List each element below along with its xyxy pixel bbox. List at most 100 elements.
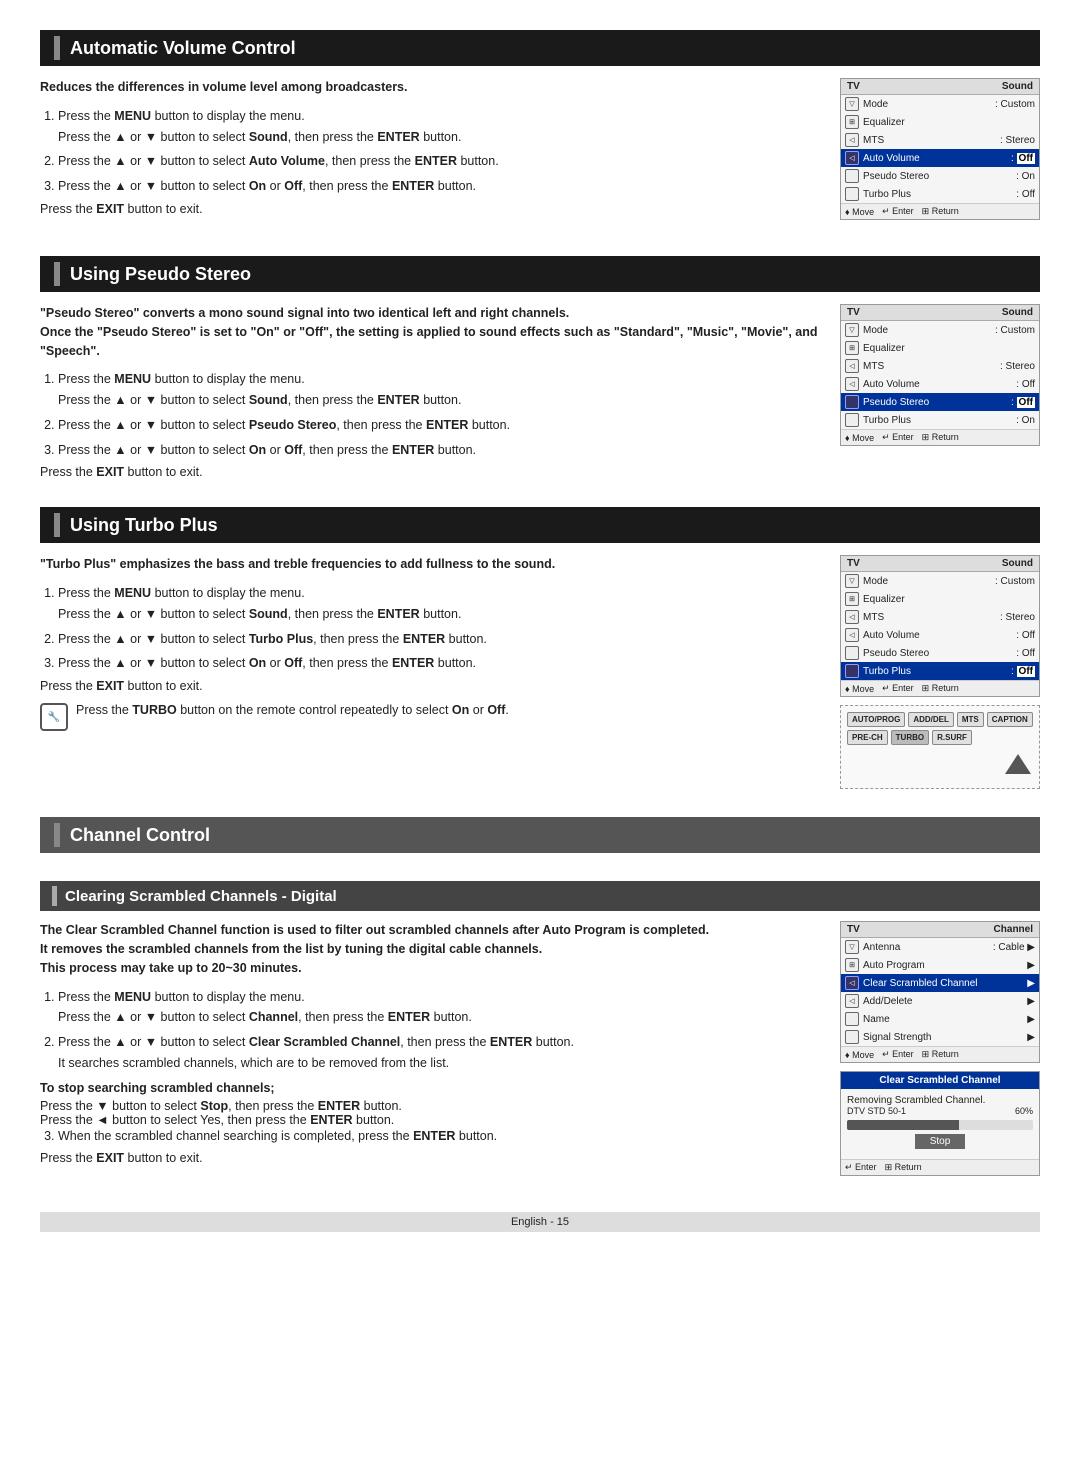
- header-bar4: [54, 823, 60, 847]
- tp-menu-footer: ♦ Move↵ Enter⊞ Return: [841, 680, 1039, 696]
- ps-tv-label: TV: [847, 307, 860, 318]
- turbo-plus-section: Using Turbo Plus "Turbo Plus" emphasizes…: [40, 507, 1040, 789]
- ch-auto-icon: ⊞: [845, 958, 859, 972]
- ps-exit-note: Press the EXIT button to exit.: [40, 465, 824, 479]
- automatic-volume-steps: Press the MENU button to display the men…: [40, 107, 824, 196]
- clear-scrambled-progress-title: Clear Scrambled Channel: [841, 1072, 1039, 1089]
- tp-empty-icon2: [845, 664, 859, 678]
- speaker2-icon: ◁: [845, 151, 859, 165]
- clearing-scrambled-section: Clearing Scrambled Channels - Digital Th…: [40, 881, 1040, 1184]
- auto-prog-btn: AUTO/PROG: [847, 712, 905, 727]
- automatic-volume-text: Reduces the differences in volume level …: [40, 78, 824, 228]
- ps-equalizer-row: ⊞ Equalizer: [841, 339, 1039, 357]
- pseudo-stereo-row: Pseudo Stereo : On: [841, 167, 1039, 185]
- stop-button[interactable]: Stop: [915, 1134, 965, 1149]
- auto-volume-menu-box: TV Sound ▽ Mode : Custom ⊞ Equalizer ◁ M…: [840, 78, 1040, 220]
- ch-menu-footer: ♦ Move↵ Enter⊞ Return: [841, 1046, 1039, 1062]
- cs-step-1: Press the MENU button to display the men…: [58, 988, 824, 1028]
- speaker-icon: ◁: [845, 133, 859, 147]
- mts-btn: MTS: [957, 712, 984, 727]
- cs-step-3: When the scrambled channel searching is …: [58, 1127, 824, 1146]
- remote-strip: AUTO/PROG ADD/DEL MTS CAPTION PRE-CH TUR…: [840, 705, 1040, 789]
- clearing-scrambled-tv-menu: TV Channel ▽ Antenna : Cable ▶ ⊞ Auto Pr…: [840, 921, 1040, 1184]
- cs-exit-note: Press the EXIT button to exit.: [40, 1151, 824, 1165]
- ps-auto-volume-row: ◁ Auto Volume : Off: [841, 375, 1039, 393]
- tp-antenna-icon: ▽: [845, 574, 859, 588]
- automatic-volume-body: Reduces the differences in volume level …: [40, 78, 1040, 228]
- ps-pseudo-stereo-row-highlighted: Pseudo Stereo : Off: [841, 393, 1039, 411]
- page-footer-text: English - 15: [511, 1216, 569, 1228]
- ps-speaker-icon: ◁: [845, 359, 859, 373]
- channel-control-title: Channel Control: [70, 825, 210, 846]
- tp-mode-row: ▽ Mode : Custom: [841, 572, 1039, 590]
- pseudo-stereo-title: Using Pseudo Stereo: [70, 264, 251, 285]
- ps-menu-footer: ♦ Move↵ Enter⊞ Return: [841, 429, 1039, 445]
- equalizer-icon: ⊞: [845, 115, 859, 129]
- pre-ch-btn: PRE-CH: [847, 730, 888, 745]
- turbo-note-text: Press the TURBO button on the remote con…: [76, 703, 509, 717]
- mts-row: ◁ MTS : Stereo: [841, 131, 1039, 149]
- channel-label: DTV STD 50-1: [847, 1106, 906, 1116]
- turbo-plus-header: Using Turbo Plus: [40, 507, 1040, 543]
- ps-mode-row: ▽ Mode : Custom: [841, 321, 1039, 339]
- tp-step-1: Press the MENU button to display the men…: [58, 584, 824, 624]
- removing-text: Removing Scrambled Channel.: [847, 1095, 1033, 1106]
- clearing-scrambled-header: Clearing Scrambled Channels - Digital: [40, 881, 1040, 911]
- remote-row-2: PRE-CH TURBO R.SURF: [847, 730, 1033, 745]
- to-stop-note: To stop searching scrambled channels;: [40, 1081, 824, 1095]
- tp-sound-label: Sound: [1002, 558, 1033, 569]
- ps-menu-titlebar: TV Sound: [841, 305, 1039, 321]
- header-bar2: [54, 262, 60, 286]
- mode-row: ▽ Mode : Custom: [841, 95, 1039, 113]
- ch-antenna-icon: ▽: [845, 940, 859, 954]
- turbo-btn: TURBO: [891, 730, 929, 745]
- progress-bar-fill: [847, 1120, 959, 1130]
- antenna-icon: ▽: [845, 97, 859, 111]
- pseudo-stereo-text: "Pseudo Stereo" converts a mono sound si…: [40, 304, 824, 479]
- cs-step-2: Press the ▲ or ▼ button to select Clear …: [58, 1033, 824, 1073]
- pseudo-stereo-intro: "Pseudo Stereo" converts a mono sound si…: [40, 304, 824, 360]
- page-footer: English - 15: [40, 1212, 1040, 1232]
- ch-signal-row: Signal Strength ▶: [841, 1028, 1039, 1046]
- clear-scrambled-footer: ↵ Enter⊞ Return: [841, 1159, 1039, 1175]
- automatic-volume-header: Automatic Volume Control: [40, 30, 1040, 66]
- channel-control-section: Channel Control: [40, 817, 1040, 853]
- ps-empty-icon2: [845, 413, 859, 427]
- pseudo-stereo-tv-menu: TV Sound ▽ Mode : Custom ⊞ Equalizer ◁ M…: [840, 304, 1040, 479]
- tp-speaker-icon: ◁: [845, 610, 859, 624]
- pseudo-stereo-steps: Press the MENU button to display the men…: [40, 370, 824, 459]
- turbo-note-box: 🔧 Press the TURBO button on the remote c…: [40, 703, 824, 731]
- ps-step-1: Press the MENU button to display the men…: [58, 370, 824, 410]
- header-bar5: [52, 886, 57, 906]
- ps-turbo-row: Turbo Plus : On: [841, 411, 1039, 429]
- ps-mts-row: ◁ MTS : Stereo: [841, 357, 1039, 375]
- ch-signal-icon: [845, 1030, 859, 1044]
- ch-add-icon: ◁: [845, 994, 859, 1008]
- tp-equalizer-icon: ⊞: [845, 592, 859, 606]
- automatic-volume-title: Automatic Volume Control: [70, 38, 296, 59]
- progress-pct-label: 60%: [1015, 1106, 1033, 1116]
- turbo-plus-menu-box: TV Sound ▽ Mode : Custom ⊞ Equalizer ◁ M…: [840, 555, 1040, 697]
- stop-button-wrap: Stop: [847, 1134, 1033, 1149]
- ps-sound-label: Sound: [1002, 307, 1033, 318]
- turbo-plus-title: Using Turbo Plus: [70, 515, 218, 536]
- ps-step-3: Press the ▲ or ▼ button to select On or …: [58, 441, 824, 460]
- tp-menu-titlebar: TV Sound: [841, 556, 1039, 572]
- remote-row-1: AUTO/PROG ADD/DEL MTS CAPTION: [847, 712, 1033, 727]
- step-2: Press the ▲ or ▼ button to select Auto V…: [58, 152, 824, 171]
- ch-auto-program-row: ⊞ Auto Program ▶: [841, 956, 1039, 974]
- turbo-note-icon: 🔧: [40, 703, 68, 731]
- tp-exit-note: Press the EXIT button to exit.: [40, 679, 824, 693]
- equalizer-row: ⊞ Equalizer: [841, 113, 1039, 131]
- progress-bar-container: [847, 1120, 1033, 1130]
- automatic-volume-section: Automatic Volume Control Reduces the dif…: [40, 30, 1040, 228]
- ch-name-icon: [845, 1012, 859, 1026]
- turbo-plus-row: Turbo Plus : Off: [841, 185, 1039, 203]
- clearing-scrambled-intro1: The Clear Scrambled Channel function is …: [40, 921, 824, 977]
- clearing-scrambled-title: Clearing Scrambled Channels - Digital: [65, 888, 337, 905]
- ch-clear-icon: ◁: [845, 976, 859, 990]
- pseudo-stereo-section: Using Pseudo Stereo "Pseudo Stereo" conv…: [40, 256, 1040, 479]
- turbo-plus-tv-menu: TV Sound ▽ Mode : Custom ⊞ Equalizer ◁ M…: [840, 555, 1040, 789]
- ps-equalizer-icon: ⊞: [845, 341, 859, 355]
- ps-speaker2-icon: ◁: [845, 377, 859, 391]
